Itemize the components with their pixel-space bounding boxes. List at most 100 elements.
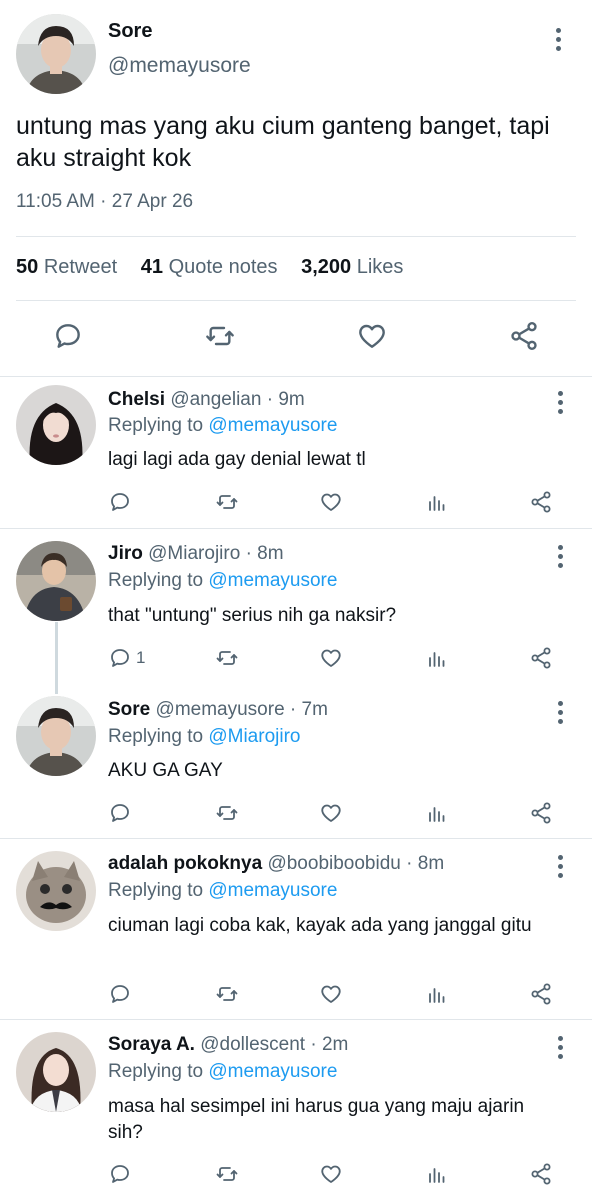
more-vertical-icon[interactable] (556, 1036, 564, 1059)
reply-header: adalah pokoknya @boobiboobidu · 8m (108, 853, 444, 875)
share-button[interactable] (529, 980, 553, 1008)
reply-actions (108, 1160, 568, 1188)
retweets-stat[interactable]: 50 Retweet (16, 256, 117, 278)
reply-header: Chelsi @angelian · 9m (108, 389, 305, 411)
like-button[interactable] (319, 644, 343, 672)
share-button[interactable] (506, 318, 542, 354)
reply-button[interactable]: 1 (108, 644, 145, 672)
reply-tweet[interactable]: Jiro @Miarojiro · 8m Replying to @memayu… (0, 529, 592, 685)
reply-author-handle[interactable]: @dollescent (200, 1034, 305, 1055)
tweet-actions (0, 318, 592, 358)
replying-to-link[interactable]: @Miarojiro (208, 726, 300, 747)
reply-author-name[interactable]: Jiro (108, 543, 143, 564)
replying-label: Replying to (108, 880, 204, 901)
tweet-text: untung mas yang aku cium ganteng banget,… (16, 112, 550, 172)
divider (16, 236, 576, 237)
reply-author-name[interactable]: adalah pokoknya (108, 853, 262, 874)
like-button[interactable] (319, 488, 343, 516)
retweet-icon (216, 806, 238, 820)
retweet-button[interactable] (215, 799, 239, 827)
views-button[interactable] (425, 644, 449, 672)
retweets-count: 50 (16, 256, 39, 278)
tweet-stats: 50 Retweet 41 Quote notes 3,200 Likes (16, 256, 421, 279)
reply-time: · 8m (245, 543, 284, 564)
like-button[interactable] (319, 799, 343, 827)
reply-count: 1 (136, 648, 146, 667)
reply-author-name[interactable]: Sore (108, 699, 150, 720)
share-button[interactable] (529, 1160, 553, 1188)
reply-button[interactable] (108, 980, 136, 1008)
avatar[interactable] (16, 385, 96, 465)
reply-actions (108, 799, 568, 827)
retweet-button[interactable] (202, 318, 238, 354)
reply-author-handle[interactable]: @memayusore (156, 699, 285, 720)
quotes-stat[interactable]: 41 Quote notes (141, 256, 278, 278)
reply-author-handle[interactable]: @boobiboobidu (267, 853, 400, 874)
views-button[interactable] (425, 488, 449, 516)
reply-actions (108, 488, 568, 516)
author-handle[interactable]: @memayusore (108, 54, 251, 78)
reply-button[interactable] (108, 1160, 136, 1188)
like-button[interactable] (319, 1160, 343, 1188)
author-name[interactable]: Sore (108, 20, 152, 43)
reply-text: ciuman lagi coba kak, kayak ada yang jan… (108, 915, 532, 936)
more-vertical-icon[interactable] (556, 701, 564, 724)
replying-to-link[interactable]: @memayusore (208, 570, 337, 591)
reply-header: Jiro @Miarojiro · 8m (108, 543, 284, 565)
more-vertical-icon[interactable] (556, 855, 564, 878)
views-button[interactable] (425, 980, 449, 1008)
retweet-button[interactable] (215, 644, 239, 672)
reply-tweet[interactable]: Sore @memayusore · 7m Replying to @Miaro… (0, 685, 592, 837)
reply-button[interactable] (50, 318, 86, 354)
replying-label: Replying to (108, 415, 204, 436)
reply-time: · 9m (266, 389, 305, 410)
reply-author-handle[interactable]: @Miarojiro (148, 543, 240, 564)
reply-time: · 7m (289, 699, 328, 720)
reply-author-name[interactable]: Chelsi (108, 389, 165, 410)
like-button[interactable] (354, 318, 390, 354)
share-button[interactable] (529, 644, 553, 672)
retweet-button[interactable] (215, 1160, 239, 1188)
reply-tweet[interactable]: Chelsi @angelian · 9m Replying to @memay… (0, 377, 592, 527)
avatar[interactable] (16, 541, 96, 621)
share-button[interactable] (529, 799, 553, 827)
reply-tweet[interactable]: Soraya A. @dollescent · 2m Replying to @… (0, 1020, 592, 1200)
avatar[interactable] (16, 851, 96, 931)
reply-button[interactable] (108, 799, 136, 827)
replying-to-link[interactable]: @memayusore (208, 1061, 337, 1082)
avatar[interactable] (16, 1032, 96, 1112)
more-vertical-icon[interactable] (556, 391, 564, 414)
views-icon (429, 652, 445, 667)
views-icon (429, 1168, 445, 1183)
retweet-icon (216, 1167, 238, 1181)
reply-author-name[interactable]: Soraya A. (108, 1034, 195, 1055)
like-icon (321, 1165, 341, 1183)
more-vertical-icon[interactable] (556, 545, 564, 568)
reply-icon (56, 324, 80, 348)
reply-button[interactable] (108, 488, 136, 516)
avatar[interactable] (16, 14, 96, 94)
likes-stat[interactable]: 3,200 Likes (301, 256, 403, 278)
share-button[interactable] (529, 488, 553, 516)
reply-tweet[interactable]: adalah pokoknya @boobiboobidu · 8m Reply… (0, 839, 592, 1019)
divider (16, 300, 576, 301)
retweet-button[interactable] (215, 488, 239, 516)
share-icon (531, 491, 551, 513)
like-button[interactable] (319, 980, 343, 1008)
replying-to-link[interactable]: @memayusore (208, 415, 337, 436)
tweet-timestamp[interactable]: 11:05 AM · 27 Apr 26 (16, 191, 193, 213)
reply-author-handle[interactable]: @angelian (170, 389, 261, 410)
reply-time: · 2m (310, 1034, 349, 1055)
avatar[interactable] (16, 696, 96, 776)
replying-to: Replying to @memayusore (108, 415, 337, 437)
retweet-icon (216, 987, 238, 1001)
views-icon (429, 988, 445, 1003)
retweet-button[interactable] (215, 980, 239, 1008)
replying-to-link[interactable]: @memayusore (208, 880, 337, 901)
views-button[interactable] (425, 799, 449, 827)
views-button[interactable] (425, 1160, 449, 1188)
more-vertical-icon[interactable] (554, 28, 562, 51)
reply-text: that "untung" serius nih ga naksir? (108, 605, 397, 626)
reply-text: AKU GA GAY (108, 760, 223, 781)
reply-icon (111, 985, 129, 1003)
